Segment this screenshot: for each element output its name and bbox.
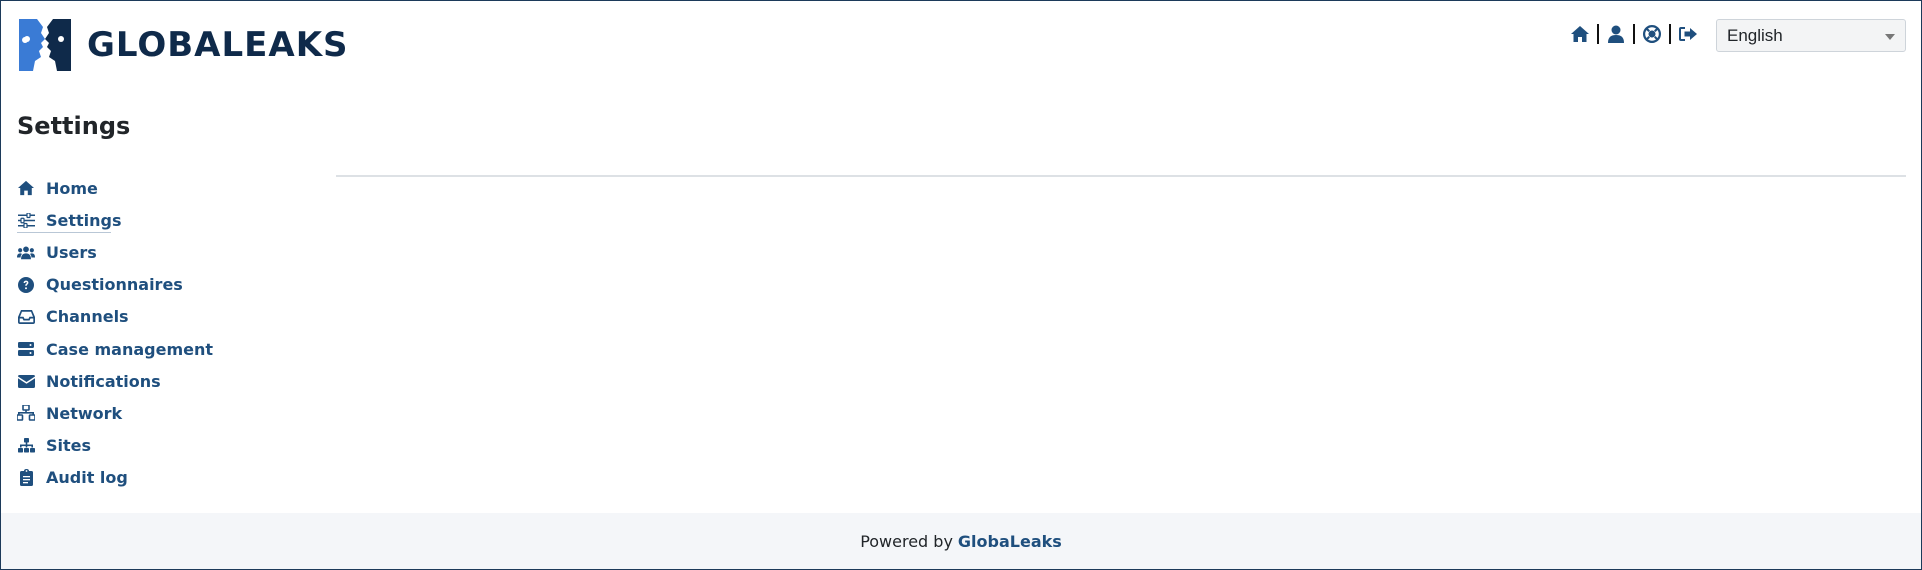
footer-brand-link[interactable]: GlobaLeaks bbox=[958, 532, 1062, 551]
chevron-down-icon bbox=[1885, 34, 1895, 40]
sidebar-item-label: Channels bbox=[46, 307, 129, 327]
sidebar-item-case-management[interactable]: Case management bbox=[17, 333, 317, 365]
content-divider bbox=[336, 175, 1906, 177]
users-icon bbox=[17, 243, 35, 261]
support-icon[interactable] bbox=[1641, 23, 1663, 45]
home-icon[interactable] bbox=[1569, 23, 1591, 45]
server-icon bbox=[17, 340, 35, 358]
logout-icon[interactable] bbox=[1677, 23, 1699, 45]
user-icon[interactable] bbox=[1605, 23, 1627, 45]
sidebar-item-questionnaires[interactable]: Questionnaires bbox=[17, 269, 317, 301]
sidebar-item-label: Home bbox=[46, 178, 98, 198]
network-icon bbox=[17, 404, 35, 422]
separator bbox=[1597, 24, 1599, 44]
sidebar-item-label: Case management bbox=[46, 339, 214, 359]
sidebar-item-network[interactable]: Network bbox=[17, 397, 317, 429]
separator bbox=[1633, 24, 1635, 44]
logo-heads-icon bbox=[19, 19, 71, 71]
sidebar-item-label: Notifications bbox=[46, 371, 161, 391]
home-icon bbox=[17, 179, 35, 197]
header-icon-bar bbox=[1569, 22, 1699, 46]
language-select[interactable]: English bbox=[1716, 19, 1906, 52]
header: GLOBALEAKS English bbox=[0, 0, 1922, 95]
globaleaks-logo[interactable]: GLOBALEAKS bbox=[17, 17, 349, 73]
footer-prefix: Powered by bbox=[860, 531, 953, 551]
sidebar-item-label: Questionnaires bbox=[46, 275, 183, 295]
sidebar-item-channels[interactable]: Channels bbox=[17, 301, 317, 333]
sidebar-item-label: Audit log bbox=[46, 468, 128, 488]
inbox-icon bbox=[17, 308, 35, 326]
sidebar-item-label: Network bbox=[46, 403, 123, 423]
separator bbox=[1669, 24, 1671, 44]
sidebar-item-label: Settings bbox=[46, 210, 122, 230]
language-select-value: English bbox=[1727, 26, 1783, 45]
sidebar-item-label: Users bbox=[46, 242, 97, 262]
logo-text: GLOBALEAKS bbox=[87, 25, 349, 65]
sidebar-item-notifications[interactable]: Notifications bbox=[17, 365, 317, 397]
footer: Powered by GlobaLeaks bbox=[1, 513, 1921, 569]
sliders-icon bbox=[17, 211, 35, 229]
sidebar-item-home[interactable]: Home bbox=[17, 172, 317, 204]
envelope-icon bbox=[17, 372, 35, 390]
page-title: Settings bbox=[17, 112, 131, 140]
sidebar-item-sites[interactable]: Sites bbox=[17, 430, 317, 462]
question-circle-icon bbox=[17, 276, 35, 294]
sidebar-nav: Home Settings Users Questionnaires Chann… bbox=[17, 172, 317, 494]
sidebar-item-audit-log[interactable]: Audit log bbox=[17, 462, 317, 494]
clipboard-icon bbox=[17, 469, 35, 487]
sidebar-item-label: Sites bbox=[46, 436, 92, 456]
sidebar-item-users[interactable]: Users bbox=[17, 236, 317, 268]
sitemap-icon bbox=[17, 437, 35, 455]
sidebar-item-settings[interactable]: Settings bbox=[17, 204, 317, 236]
